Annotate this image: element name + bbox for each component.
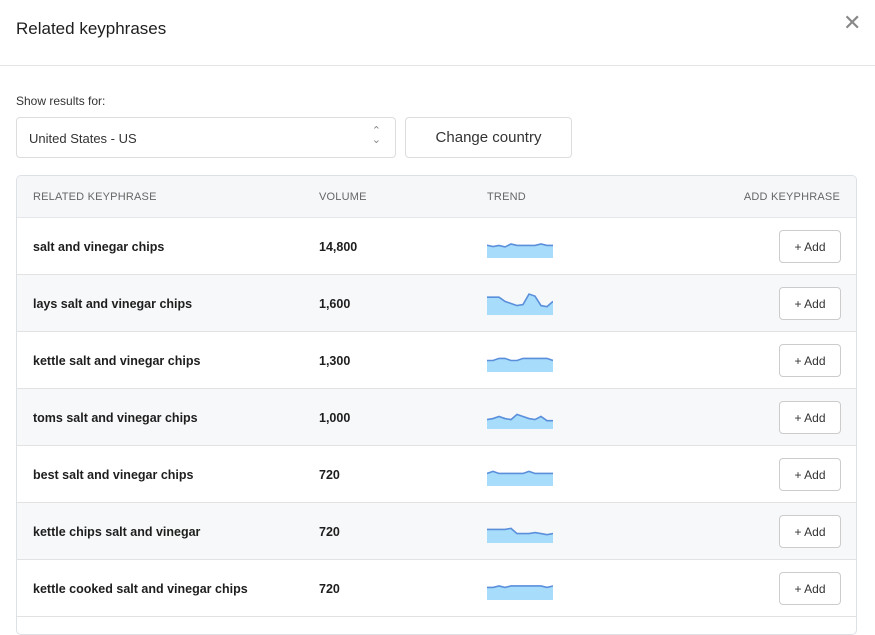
table-row: toms salt and vinegar chips 1,000 + Add — [17, 389, 856, 446]
header-add: ADD KEYPHRASE — [743, 191, 840, 203]
add-keyphrase-button[interactable]: + Add — [779, 230, 841, 263]
add-keyphrase-button[interactable]: + Add — [779, 401, 841, 434]
change-country-button[interactable]: Change country — [405, 117, 572, 158]
add-keyphrase-button[interactable]: + Add — [779, 287, 841, 320]
keyphrase: kettle chips salt and vinegar — [33, 525, 201, 539]
trend-sparkline — [487, 585, 553, 600]
trend-sparkline — [487, 470, 553, 486]
trend-area — [487, 528, 553, 543]
table-row: kettle cooked salt and vinegar chips 720… — [17, 560, 856, 617]
select-arrows-icon: ⌃ ⌄ — [371, 125, 381, 146]
trend-area — [487, 585, 553, 600]
divider — [0, 65, 875, 66]
trend-sparkline — [487, 293, 553, 315]
keyphrase: lays salt and vinegar chips — [33, 297, 193, 311]
keyphrase: kettle cooked salt and vinegar chips — [33, 582, 248, 596]
volume: 14,800 — [319, 240, 358, 254]
keyphrase: best salt and vinegar chips — [33, 468, 194, 482]
volume: 1,300 — [319, 354, 351, 368]
table-row: best salt and vinegar chips 720 + Add — [17, 446, 856, 503]
trend-sparkline — [487, 243, 553, 258]
volume: 1,600 — [319, 297, 351, 311]
keyphrase: salt and vinegar chips — [33, 240, 165, 254]
trend-line — [487, 470, 553, 475]
trend-sparkline — [487, 413, 553, 429]
table-row: lays salt and vinegar chips 1,600 + Add — [17, 275, 856, 332]
header-trend: TREND — [487, 191, 526, 203]
add-keyphrase-button[interactable]: + Add — [779, 572, 841, 605]
country-value: United States - US — [29, 131, 137, 146]
volume: 720 — [319, 468, 340, 482]
table-row: kettle salt and vinegar chips 1,300 + Ad… — [17, 332, 856, 389]
close-icon[interactable]: ✕ — [843, 10, 861, 36]
keyphrase: kettle salt and vinegar chips — [33, 354, 201, 368]
keyphrase-table: RELATED KEYPHRASE VOLUME TREND ADD KEYPH… — [16, 175, 857, 635]
add-keyphrase-button[interactable]: + Add — [779, 515, 841, 548]
dialog-title: Related keyphrases — [16, 19, 167, 38]
country-select[interactable]: United States - US ⌃ ⌄ — [16, 117, 396, 158]
volume: 720 — [319, 525, 340, 539]
table-row: salt and vinegar chips 14,800 + Add — [17, 218, 856, 275]
show-results-label: Show results for: — [16, 94, 106, 108]
table-row: kettle chips salt and vinegar 720 + Add — [17, 503, 856, 560]
trend-sparkline — [487, 357, 553, 372]
trend-sparkline — [487, 527, 553, 543]
table-header: RELATED KEYPHRASE VOLUME TREND ADD KEYPH… — [17, 176, 856, 218]
add-keyphrase-button[interactable]: + Add — [779, 344, 841, 377]
add-keyphrase-button[interactable]: + Add — [779, 458, 841, 491]
header-volume: VOLUME — [319, 191, 367, 203]
volume: 720 — [319, 582, 340, 596]
trend-area — [487, 358, 553, 372]
header-keyphrase: RELATED KEYPHRASE — [33, 191, 157, 203]
keyphrase: toms salt and vinegar chips — [33, 411, 198, 425]
volume: 1,000 — [319, 411, 351, 425]
